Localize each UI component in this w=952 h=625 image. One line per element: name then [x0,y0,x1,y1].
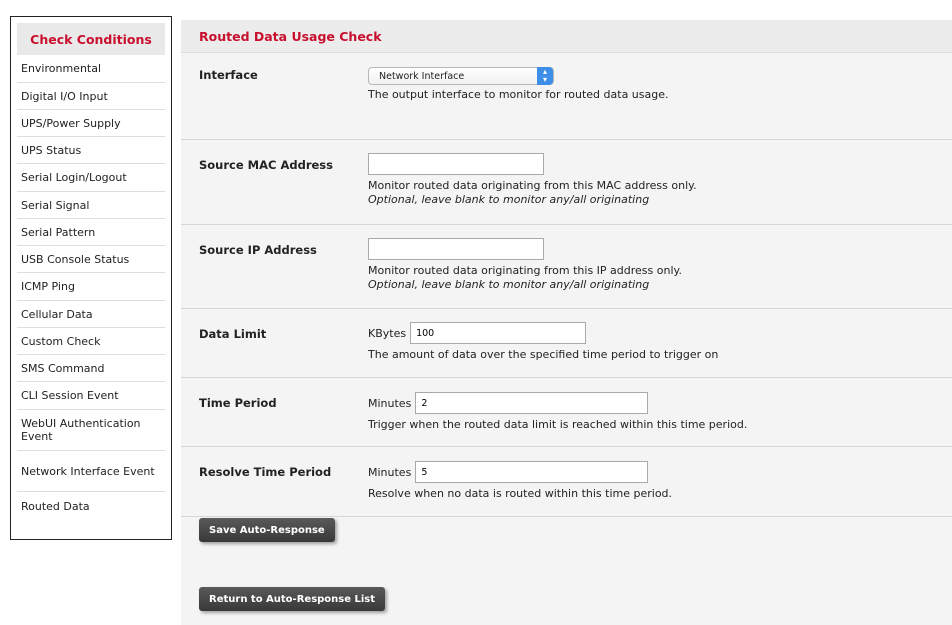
sidebar-item-routed-data[interactable]: Routed Data [17,492,165,520]
data-limit-help: The amount of data over the specified ti… [368,348,719,361]
sidebar-item-cellular-data[interactable]: Cellular Data [17,301,165,328]
select-updown-icon: ▴ ▾ [537,67,553,85]
sidebar-item-ups-power-supply[interactable]: UPS/Power Supply [17,110,165,137]
resolve-time-period-label: Resolve Time Period [199,465,332,479]
time-period-controls: Minutes Trigger when the routed data lim… [368,392,747,432]
interface-select[interactable]: Network Interface ▴ ▾ [368,67,554,85]
sidebar-item-webui-authentication-event[interactable]: WebUI Authentication Event [17,410,165,451]
interface-controls: Network Interface ▴ ▾ The output interfac… [368,67,669,102]
source-mac-controls: Monitor routed data originating from thi… [368,153,697,207]
source-ip-row: Source IP Address Monitor routed data or… [181,225,952,309]
data-limit-label: Data Limit [199,327,267,341]
source-mac-row: Source MAC Address Monitor routed data o… [181,140,952,225]
sidebar-item-serial-signal[interactable]: Serial Signal [17,192,165,219]
resolve-time-period-unit: Minutes [368,465,412,479]
data-limit-controls: KBytes The amount of data over the speci… [368,322,718,362]
sidebar-item-environmental[interactable]: Environmental [17,55,165,83]
source-mac-input[interactable] [368,153,544,175]
sidebar-item-digital-io-input[interactable]: Digital I/O Input [17,83,165,110]
main-panel: Routed Data Usage Check Interface Networ… [181,20,952,625]
sidebar-item-cli-session-event[interactable]: CLI Session Event [17,382,165,410]
source-mac-help: Monitor routed data originating from thi… [368,179,697,192]
interface-help: The output interface to monitor for rout… [368,88,669,101]
sidebar-item-serial-pattern[interactable]: Serial Pattern [17,219,165,246]
source-ip-note: Optional, leave blank to monitor any/all… [368,278,650,291]
data-limit-row: Data Limit KBytes The amount of data ove… [181,309,952,378]
sidebar-title: Check Conditions [17,23,165,55]
interface-row: Interface Network Interface ▴ ▾ The outpu… [181,53,952,140]
data-limit-unit: KBytes [368,326,407,340]
resolve-time-period-help: Resolve when no data is routed within th… [368,487,673,500]
sidebar-item-sms-command[interactable]: SMS Command [17,355,165,382]
page-title: Routed Data Usage Check [181,20,952,53]
time-period-label: Time Period [199,396,277,410]
time-period-help: Trigger when the routed data limit is re… [368,418,748,431]
sidebar-item-usb-console-status[interactable]: USB Console Status [17,246,165,273]
sidebar-item-network-interface-event[interactable]: Network Interface Event [17,451,165,492]
source-mac-label: Source MAC Address [199,158,333,172]
source-ip-label: Source IP Address [199,243,317,257]
sidebar-item-ups-status[interactable]: UPS Status [17,137,165,164]
source-ip-help: Monitor routed data originating from thi… [368,264,682,277]
time-period-row: Time Period Minutes Trigger when the rou… [181,378,952,447]
sidebar-item-custom-check[interactable]: Custom Check [17,328,165,355]
interface-select-value: Network Interface [379,70,465,82]
data-limit-input[interactable] [410,322,587,344]
source-ip-input[interactable] [368,238,544,260]
source-ip-controls: Monitor routed data originating from thi… [368,238,682,292]
sidebar-list: Environmental Digital I/O Input UPS/Powe… [11,55,171,520]
resolve-time-period-row: Resolve Time Period Minutes Resolve when… [181,447,952,517]
interface-label: Interface [199,68,258,82]
return-to-list-button[interactable]: Return to Auto-Response List [199,587,386,611]
source-mac-note: Optional, leave blank to monitor any/all… [368,193,650,206]
time-period-unit: Minutes [368,396,412,410]
sidebar-item-serial-login-logout[interactable]: Serial Login/Logout [17,164,165,192]
check-conditions-sidebar: Check Conditions Environmental Digital I… [10,16,172,540]
sidebar-item-icmp-ping[interactable]: ICMP Ping [17,273,165,301]
save-auto-response-button[interactable]: Save Auto-Response [199,518,335,542]
resolve-time-period-controls: Minutes Resolve when no data is routed w… [368,461,672,501]
resolve-time-period-input[interactable] [415,461,649,483]
time-period-input[interactable] [415,392,649,414]
